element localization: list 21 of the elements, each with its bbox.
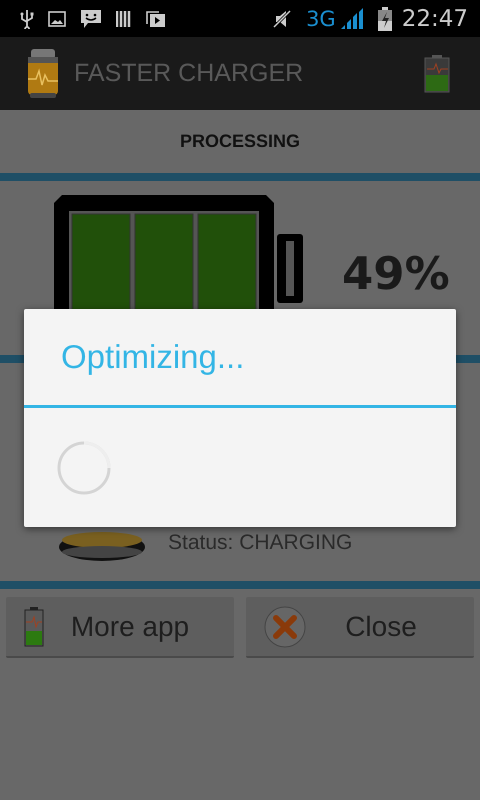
message-icon bbox=[80, 8, 102, 28]
battery-icon[interactable] bbox=[424, 54, 450, 92]
loading-spinner-icon bbox=[56, 440, 112, 496]
barcode-icon bbox=[116, 10, 132, 28]
signal-icon bbox=[340, 8, 364, 30]
mute-icon bbox=[272, 8, 292, 28]
processing-label: PROCESSING bbox=[178, 130, 302, 153]
battery-icon bbox=[24, 606, 44, 646]
network-type: 3G bbox=[306, 6, 336, 30]
charging-status: Status: CHARGING bbox=[168, 531, 352, 555]
image-icon bbox=[48, 10, 66, 26]
close-button[interactable]: Close bbox=[246, 597, 474, 658]
dialog-title: Optimizing... bbox=[60, 337, 246, 377]
app-title: FASTER CHARGER bbox=[74, 59, 304, 88]
clock-time: 22:47 bbox=[402, 6, 468, 32]
battery-charging-icon bbox=[378, 6, 392, 30]
close-icon bbox=[264, 606, 306, 648]
battery-percentage: 49% bbox=[342, 247, 450, 300]
app-logo-icon bbox=[25, 48, 61, 98]
more-apps-button[interactable]: More app bbox=[6, 597, 234, 658]
usb-icon bbox=[20, 8, 34, 28]
